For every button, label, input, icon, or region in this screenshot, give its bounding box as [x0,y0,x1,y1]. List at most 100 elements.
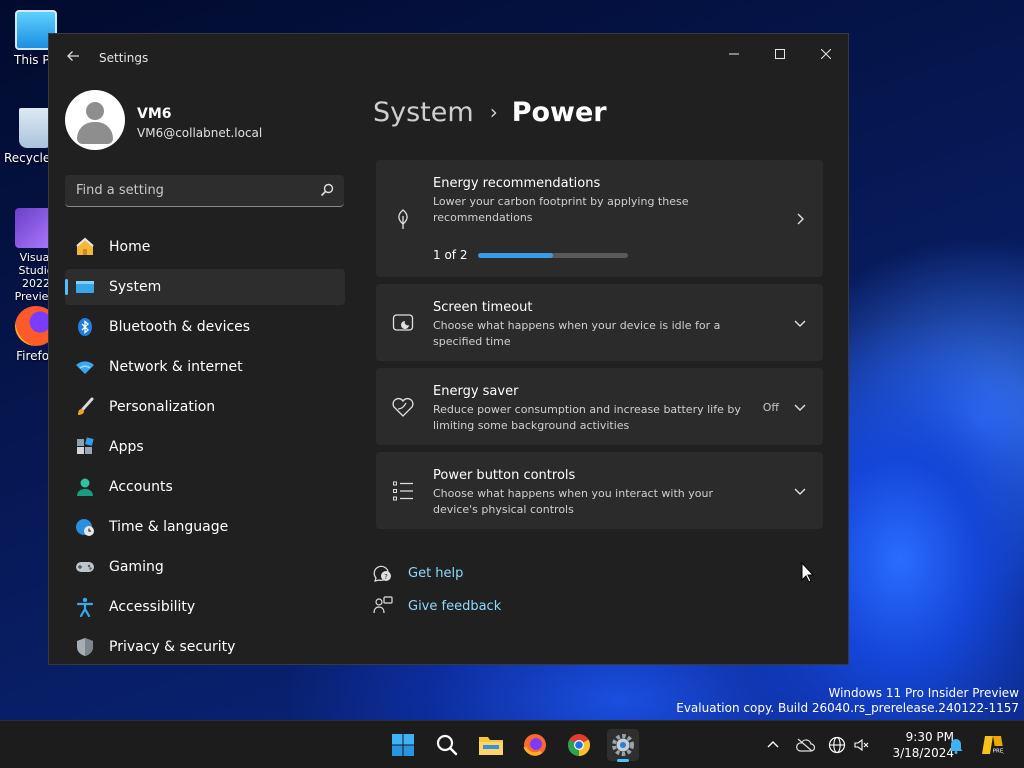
sidebar-item-network[interactable]: Network & internet [65,349,345,385]
network-icon [75,357,95,377]
close-button[interactable] [806,40,846,70]
chevron-up-icon [767,741,779,748]
card-description: Choose what happens when you interact wi… [433,487,713,516]
taskbar-chrome[interactable] [563,729,595,761]
svg-text:PRE: PRE [993,749,1004,755]
start-icon [392,734,414,756]
card-title: Energy recommendations [433,176,601,191]
search-icon[interactable] [320,183,334,197]
cloud-offline-icon [796,738,815,752]
speaker-muted-icon [854,738,869,752]
show-hidden-icons-button[interactable] [763,735,783,755]
accessibility-icon [75,597,95,617]
feedback-icon [373,596,393,614]
sidebar-item-label: Bluetooth & devices [109,319,251,335]
avatar [65,90,125,150]
tray-onedrive[interactable] [795,735,815,755]
progress-bar [478,253,628,258]
system-icon [75,277,95,297]
sidebar-item-privacy-security[interactable]: Privacy & security [65,629,345,665]
chevron-down-icon[interactable] [793,400,807,414]
screen-timeout-card[interactable]: Screen timeout Choose what happens when … [376,284,823,361]
sidebar-item-label: Personalization [109,399,216,415]
copilot-preview-icon: PRE [982,736,1004,755]
give-feedback-label[interactable]: Give feedback [408,599,501,614]
screen-timeout-icon [392,314,414,331]
chevron-down-icon[interactable] [793,316,807,330]
tray-network[interactable] [827,735,847,755]
sidebar-item-system[interactable]: System [65,269,345,305]
sidebar-item-label: Privacy & security [109,639,236,655]
sidebar-item-gaming[interactable]: Gaming [65,549,345,585]
evaluation-watermark: Windows 11 Pro Insider Preview Evaluatio… [676,686,1019,716]
sidebar-item-personalization[interactable]: Personalization [65,389,345,425]
card-description: Lower your carbon footprint by applying … [433,195,689,224]
app-title: Settings [99,51,149,65]
sidebar-item-accessibility[interactable]: Accessibility [65,589,345,625]
sidebar-item-home[interactable]: Home [65,229,345,265]
page-title: Power [511,96,607,128]
sidebar-item-accounts[interactable]: Accounts [65,469,345,505]
card-description: Reduce power consumption and increase ba… [433,403,741,432]
sidebar-item-label: Gaming [109,559,164,575]
title-bar[interactable]: Settings [49,34,848,82]
get-help-link[interactable]: ? Get help [373,562,463,584]
search-input[interactable] [65,175,344,206]
watermark-line-2: Evaluation copy. Build 26040.rs_prerelea… [676,701,1019,715]
give-feedback-link[interactable]: Give feedback [373,595,501,617]
settings-icon [612,734,634,756]
tray-volume[interactable] [851,735,871,755]
watermark-line-1: Windows 11 Pro Insider Preview [828,686,1019,700]
taskbar-file-explorer[interactable] [475,729,507,761]
sidebar-item-label: Accounts [109,479,173,495]
power-button-controls-card[interactable]: Power button controls Choose what happen… [376,452,823,529]
search-box[interactable] [65,175,344,207]
settings-window: Settings VM6 VM6@collabnet.local Home [48,33,849,665]
sidebar-item-bluetooth[interactable]: Bluetooth & devices [65,309,345,345]
sidebar-item-label: Apps [109,439,144,455]
chevron-down-icon[interactable] [793,484,807,498]
get-help-label[interactable]: Get help [408,566,463,581]
start-button[interactable] [387,729,419,761]
taskbar-search-button[interactable] [431,729,463,761]
card-title: Power button controls [433,468,576,483]
clock-time: 9:30 PM [905,730,954,744]
bell-icon [949,739,963,754]
bluetooth-icon [75,317,95,337]
accounts-icon [75,477,95,497]
leaf-icon [398,209,408,229]
sidebar-item-time-language[interactable]: Time & language [65,509,345,545]
sidebar-item-apps[interactable]: Apps [65,429,345,465]
svg-text:?: ? [384,573,388,581]
globe-icon [828,736,846,754]
chrome-icon [568,734,590,756]
card-description: Choose what happens when your device is … [433,319,721,348]
mouse-cursor-icon [801,562,815,583]
notifications-button[interactable] [946,735,966,755]
breadcrumb-parent[interactable]: System [373,97,474,128]
back-button[interactable] [61,46,85,70]
shield-icon [75,637,95,657]
close-icon [820,48,832,60]
user-profile[interactable]: VM6 VM6@collabnet.local [65,90,355,154]
home-icon [75,237,95,257]
progress-fill [478,253,553,258]
breadcrumb: System › Power [373,92,607,132]
minimize-icon [729,53,739,55]
taskbar-settings[interactable] [607,729,639,762]
energy-recommendations-card[interactable]: Energy recommendations Lower your carbon… [376,160,823,277]
taskbar-clock[interactable]: 9:30 PM 3/18/2024 [870,729,954,761]
energy-saver-status: Off [762,401,779,414]
sidebar-item-label: Time & language [109,519,229,535]
tray-copilot-preview[interactable]: PRE [980,735,1006,755]
energy-saver-card[interactable]: Energy saver Reduce power consumption an… [376,368,823,445]
taskbar-firefox[interactable] [519,729,551,761]
list-icon [393,481,413,501]
taskbar: 9:30 PM 3/18/2024 PRE [0,720,1024,768]
brush-icon [75,397,95,417]
minimize-button[interactable] [714,40,754,70]
sidebar-item-label: Accessibility [109,599,196,615]
maximize-button[interactable] [760,40,800,70]
back-arrow-icon [67,51,79,61]
firefox-icon [523,734,546,756]
